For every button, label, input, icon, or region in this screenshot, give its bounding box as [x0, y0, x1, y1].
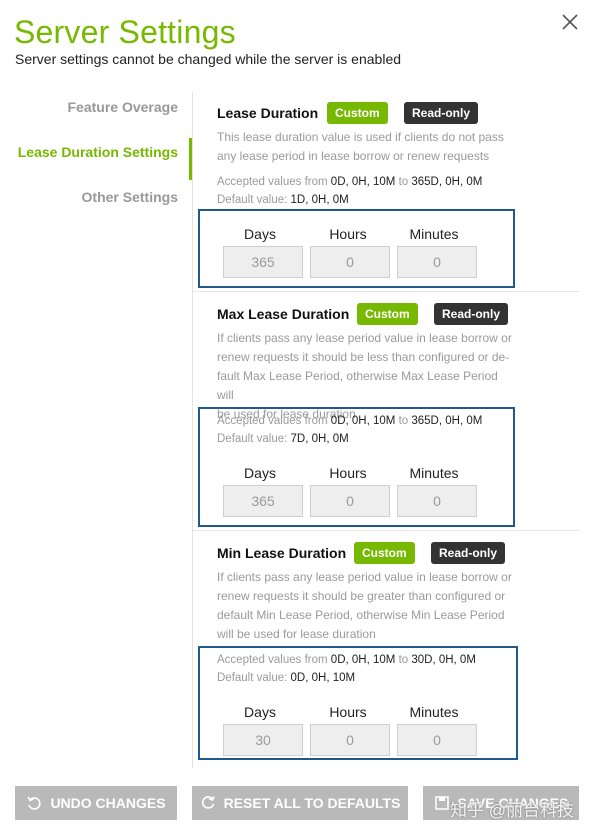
- default-prefix: Default value:: [217, 433, 288, 445]
- days-label: Days: [244, 465, 276, 481]
- sidebar-divider: [192, 92, 193, 768]
- accepted-to: to: [398, 176, 409, 188]
- default-value-text: 7D, 0H, 0M: [290, 433, 349, 445]
- undo-changes-button[interactable]: UNDO CHANGES: [15, 786, 177, 820]
- default-value-text: 1D, 0H, 0M: [290, 194, 349, 206]
- page-title: Server Settings: [14, 14, 236, 50]
- accepted-values: Accepted values from 0D, 0H, 10M to 365D…: [217, 412, 482, 430]
- default-prefix: Default value:: [217, 194, 288, 206]
- custom-badge: Custom: [327, 102, 388, 124]
- custom-badge: Custom: [357, 303, 418, 325]
- description-line: default Min Lease Period, otherwise Min …: [217, 608, 505, 622]
- default-value: Default value: 1D, 0H, 0M: [217, 191, 349, 209]
- minutes-label: Minutes: [409, 465, 459, 481]
- days-label: Days: [244, 226, 276, 242]
- minutes-input[interactable]: 0: [397, 246, 477, 278]
- section-description: If clients pass any lease period value i…: [217, 568, 517, 644]
- reset-icon: [201, 796, 215, 809]
- accepted-prefix: Accepted values from: [217, 176, 328, 188]
- sidebar-item-feature-overage[interactable]: Feature Overage: [68, 99, 179, 115]
- accepted-values: Accepted values from 0D, 0H, 10M to 365D…: [217, 173, 482, 191]
- description-line: renew requests it should be greater than…: [217, 589, 506, 603]
- accepted-to: to: [398, 654, 409, 666]
- accepted-to: to: [398, 415, 409, 427]
- accepted-max: 30D, 0H, 0M: [411, 654, 476, 666]
- accepted-min: 0D, 0H, 10M: [330, 176, 396, 188]
- minutes-input[interactable]: 0: [397, 485, 477, 517]
- save-icon: [434, 796, 449, 810]
- days-label: Days: [244, 704, 276, 720]
- page-subtitle: Server settings cannot be changed while …: [15, 51, 402, 67]
- custom-badge: Custom: [354, 542, 415, 564]
- accepted-min: 0D, 0H, 10M: [330, 415, 396, 427]
- days-input[interactable]: 30: [223, 724, 303, 756]
- read-only-badge: Read-only: [434, 303, 509, 325]
- accepted-min: 0D, 0H, 10M: [330, 654, 396, 666]
- minutes-label: Minutes: [409, 226, 459, 242]
- days-input[interactable]: 365: [223, 246, 303, 278]
- description-line: any lease period in lease borrow or rene…: [217, 149, 490, 163]
- read-only-badge: Read-only: [431, 542, 506, 564]
- description-line: renew requests it should be less than co…: [217, 350, 510, 364]
- description-line: will be used for lease duration: [217, 627, 376, 641]
- hours-label: Hours: [329, 226, 367, 242]
- accepted-prefix: Accepted values from: [217, 415, 328, 427]
- default-value-text: 0D, 0H, 10M: [290, 672, 356, 684]
- section-title: Lease Duration: [217, 105, 319, 121]
- hours-input[interactable]: 0: [310, 485, 390, 517]
- accepted-max: 365D, 0H, 0M: [411, 176, 483, 188]
- minutes-label: Minutes: [409, 704, 459, 720]
- sidebar-item-lease-duration-settings[interactable]: Lease Duration Settings: [18, 144, 178, 160]
- minutes-input[interactable]: 0: [397, 724, 477, 756]
- reset-label: RESET ALL TO DEFAULTS: [223, 795, 401, 811]
- section-divider: [193, 530, 579, 531]
- section-title: Min Lease Duration: [217, 545, 347, 561]
- read-only-badge: Read-only: [404, 102, 479, 124]
- close-icon[interactable]: [560, 12, 580, 32]
- hours-label: Hours: [329, 465, 367, 481]
- accepted-values: Accepted values from 0D, 0H, 10M to 30D,…: [217, 651, 476, 669]
- sidebar-item-other-settings[interactable]: Other Settings: [82, 189, 178, 205]
- default-value: Default value: 0D, 0H, 10M: [217, 669, 355, 687]
- section-divider: [193, 291, 579, 292]
- reset-all-button[interactable]: RESET ALL TO DEFAULTS: [192, 786, 408, 820]
- accepted-max: 365D, 0H, 0M: [411, 415, 483, 427]
- undo-label: UNDO CHANGES: [50, 795, 166, 811]
- default-prefix: Default value:: [217, 672, 288, 684]
- description-line: If clients pass any lease period value i…: [217, 331, 512, 345]
- section-description: This lease duration value is used if cli…: [217, 128, 517, 166]
- description-line: This lease duration value is used if cli…: [217, 130, 504, 144]
- undo-icon: [27, 796, 42, 810]
- description-line: fault Max Lease Period, otherwise Max Le…: [217, 369, 498, 402]
- days-input[interactable]: 365: [223, 485, 303, 517]
- hours-input[interactable]: 0: [310, 724, 390, 756]
- watermark: 知乎 @丽台科技: [450, 801, 574, 820]
- hours-label: Hours: [329, 704, 367, 720]
- hours-input[interactable]: 0: [310, 246, 390, 278]
- description-line: If clients pass any lease period value i…: [217, 570, 512, 584]
- default-value: Default value: 7D, 0H, 0M: [217, 430, 349, 448]
- accepted-prefix: Accepted values from: [217, 654, 328, 666]
- section-title: Max Lease Duration: [217, 306, 350, 322]
